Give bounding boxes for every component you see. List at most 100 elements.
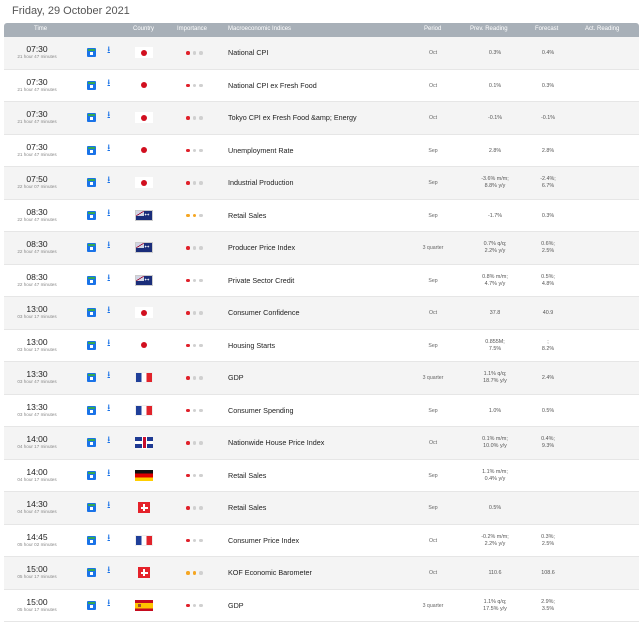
table-row[interactable]: 14:3004 hour 47 minutes⭳Retail SalesSep0… [4,492,639,525]
indicator-name[interactable]: Private Sector Credit [228,276,294,285]
indicator-name[interactable]: Consumer Price Index [228,536,299,545]
table-row[interactable]: 13:3003 hour 47 minutes⭳GDP3 quarter1.1%… [4,362,639,395]
google-calendar-icon[interactable] [87,146,96,155]
google-calendar-icon[interactable] [87,568,96,577]
download-icon[interactable]: ⭳ [107,371,111,381]
period: Oct [404,115,462,121]
indicator-name[interactable]: Consumer Spending [228,406,294,415]
table-row[interactable]: 14:0004 hour 17 minutes⭳Retail SalesSep1… [4,460,639,493]
indicator-name[interactable]: GDP [228,601,244,610]
google-calendar-icon[interactable] [87,276,96,285]
download-icon[interactable]: ⭳ [107,404,111,414]
indicator-name[interactable]: Consumer Confidence [228,308,300,317]
table-row[interactable]: 08:3022 hour 47 minutes⭳Private Sector C… [4,265,639,298]
google-calendar-icon[interactable] [87,113,96,122]
indicator-name[interactable]: Producer Price Index [228,243,295,252]
indicator-name[interactable]: Unemployment Rate [228,146,294,155]
indicator-name[interactable]: Nationwide House Price Index [228,438,324,447]
indicator-name[interactable]: National CPI [228,48,268,57]
event-time: 07:3021 hour 47 minutes [4,109,70,125]
forecast-line1: -2.4%; [528,176,568,183]
period: Oct [404,538,462,544]
google-calendar-icon[interactable] [87,341,96,350]
google-calendar-icon[interactable] [87,48,96,57]
download-icon[interactable]: ⭳ [107,241,111,251]
forecast-line2: 8.2% [528,346,568,353]
download-icon[interactable]: ⭳ [107,501,111,511]
importance-dot [186,279,190,283]
google-calendar-icon[interactable] [87,406,96,415]
download-icon[interactable]: ⭳ [107,599,111,609]
table-row[interactable]: 08:3022 hour 47 minutes⭳Producer Price I… [4,232,639,265]
indicator-name[interactable]: Tokyo CPI ex Fresh Food &amp; Energy [228,113,357,122]
download-icon[interactable]: ⭳ [107,534,111,544]
period: Sep [404,505,462,511]
table-row[interactable]: 07:3021 hour 47 minutes ⭳ Tokyo CPI ex Fre… [4,102,639,135]
indicator-name[interactable]: Retail Sales [228,471,266,480]
download-icon[interactable]: ⭳ [107,46,111,56]
country-flag-gb-icon [135,437,153,448]
time-value: 14:45 [4,532,70,542]
table-row[interactable]: 14:4505 hour 02 minutes⭳Consumer Price I… [4,525,639,558]
google-calendar-icon[interactable] [87,81,96,90]
download-icon[interactable]: ⭳ [107,79,111,89]
table-row[interactable]: 15:0005 hour 17 minutes⭳GDP3 quarter1.1%… [4,590,639,622]
download-icon[interactable]: ⭳ [107,566,111,576]
download-icon[interactable]: ⭳ [107,176,111,186]
importance-dot [193,474,197,478]
google-calendar-icon[interactable] [87,438,96,447]
indicator-name[interactable]: GDP [228,373,244,382]
google-calendar-icon[interactable] [87,503,96,512]
table-row[interactable]: 14:0004 hour 17 minutes⭳Nationwide House… [4,427,639,460]
indicator-name[interactable]: Retail Sales [228,503,266,512]
indicator-name[interactable]: Retail Sales [228,211,266,220]
importance-dot [193,571,197,575]
table-row[interactable]: 13:0003 hour 17 minutes⭳Consumer Confide… [4,297,639,330]
google-calendar-icon[interactable] [87,471,96,480]
forecast: 40.9 [528,310,568,317]
google-calendar-icon[interactable] [87,308,96,317]
table-row[interactable]: 07:3021 hour 47 minutes⭳Unemployment Rat… [4,135,639,168]
period: 3 quarter [404,245,462,251]
google-calendar-icon[interactable] [87,178,96,187]
download-icon[interactable]: ⭳ [107,469,111,479]
table-row[interactable]: 07:5022 hour 07 minutes⭳Industrial Produ… [4,167,639,200]
table-row[interactable]: 13:3003 hour 47 minutes⭳Consumer Spendin… [4,395,639,428]
table-row[interactable]: 15:0005 hour 17 minutes⭳KOF Economic Bar… [4,557,639,590]
forecast-line1: 0.3%; [528,534,568,541]
google-calendar-icon[interactable] [87,373,96,382]
time-elapsed: 03 hour 17 minutes [4,314,70,320]
importance-indicator [186,604,206,622]
google-calendar-icon[interactable] [87,601,96,610]
download-icon[interactable]: ⭳ [107,436,111,446]
download-icon[interactable]: ⭳ [107,111,111,121]
download-icon[interactable]: ⭳ [107,144,111,154]
event-time: 07:3021 hour 47 minutes [4,44,70,60]
previous-reading: -1.7% [459,213,531,220]
forecast: 0.3% [528,83,568,90]
event-time: 14:0004 hour 17 minutes [4,467,70,483]
indicator-name[interactable]: KOF Economic Barometer [228,568,312,577]
download-icon[interactable]: ⭳ [107,209,111,219]
importance-indicator [186,506,206,524]
download-icon[interactable]: ⭳ [107,306,111,316]
table-row[interactable]: 07:3021 hour 47 minutes⭳National CPI ex … [4,70,639,103]
google-calendar-icon[interactable] [87,243,96,252]
google-calendar-icon[interactable] [87,536,96,545]
table-row[interactable]: 08:3022 hour 47 minutes⭳Retail SalesSep-… [4,200,639,233]
table-header: Time Country Importance Macroeconomic In… [4,23,639,37]
indicator-name[interactable]: Industrial Production [228,178,294,187]
importance-indicator [186,409,206,427]
previous-reading-line2: 18.7% y/y [459,378,531,385]
download-icon[interactable]: ⭳ [107,339,111,349]
importance-indicator [186,116,206,134]
table-row[interactable]: 13:0003 hour 17 minutes⭳Housing StartsSe… [4,330,639,363]
table-row[interactable]: 07:3021 hour 47 minutes⭳National CPIOct0… [4,37,639,70]
download-icon[interactable]: ⭳ [107,274,111,284]
indicator-name[interactable]: Housing Starts [228,341,275,350]
google-calendar-icon[interactable] [87,211,96,220]
indicator-name[interactable]: National CPI ex Fresh Food [228,81,317,90]
time-value: 14:00 [4,434,70,444]
time-value: 07:30 [4,77,70,87]
time-elapsed: 22 hour 47 minutes [4,249,70,255]
